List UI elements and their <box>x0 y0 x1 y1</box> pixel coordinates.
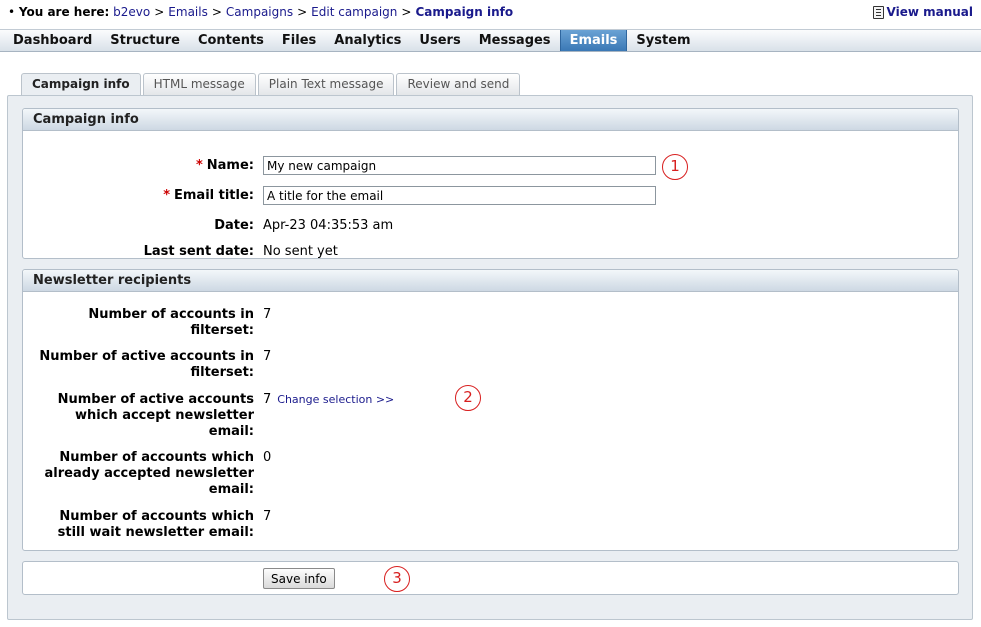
menu-item-structure[interactable]: Structure <box>101 30 189 51</box>
breadcrumb-link-edit-campaign[interactable]: Edit campaign <box>311 5 397 19</box>
tab-html-message[interactable]: HTML message <box>142 73 256 95</box>
callout-marker-2: 2 <box>455 385 481 411</box>
recipients-row-label: Number of active accounts in filterset: <box>23 349 254 381</box>
newsletter-recipients-header: Newsletter recipients <box>23 270 958 292</box>
recipients-row-label: Number of accounts in filterset: <box>23 307 254 339</box>
recipients-row-label: Number of active accounts which accept n… <box>23 392 254 440</box>
save-info-button[interactable]: Save info <box>263 568 335 589</box>
label-line: Number of active accounts <box>57 392 254 407</box>
breadcrumb-link-campaigns[interactable]: Campaigns <box>226 5 293 19</box>
required-mark: * <box>163 188 170 203</box>
recipients-row-value: 7 Change selection >> <box>263 392 394 408</box>
required-mark: * <box>195 158 203 173</box>
name-label: * Name: <box>23 158 254 174</box>
last-sent-label: Last sent date: <box>143 244 254 259</box>
label-line: Number of active accounts in <box>39 349 254 364</box>
view-manual-link[interactable]: View manual <box>872 5 974 19</box>
breadcrumb-bar: • You are here: b2evo > Emails > Campaigns > E… <box>0 0 981 28</box>
label-line: Number of accounts which <box>59 509 254 524</box>
tab-plain-text-message[interactable]: Plain Text message <box>257 73 395 95</box>
bullet: • <box>8 5 19 19</box>
email-title-label-text: Email title: <box>174 188 254 203</box>
breadcrumb-separator: > <box>154 5 165 19</box>
campaign-tabs: Campaign info HTML message Plain Text me… <box>21 73 522 96</box>
recipients-row-value: 0 <box>263 450 272 465</box>
breadcrumb-link-b2evo[interactable]: b2evo <box>113 5 150 19</box>
label-line: filterset: <box>190 323 254 338</box>
tab-review-and-send[interactable]: Review and send <box>396 73 521 95</box>
last-sent-value: No sent yet <box>263 244 338 259</box>
menu-item-system[interactable]: System <box>627 30 699 51</box>
email-title-label: * Email title: <box>23 188 254 204</box>
manual-book-icon <box>872 5 884 19</box>
campaign-info-fieldset: Campaign info *Name: *Email title: Date:… <box>22 108 959 259</box>
label-line: Number of accounts which <box>59 450 254 465</box>
date-label: Date: <box>214 218 254 233</box>
label-line: which accept newsletter <box>74 408 254 423</box>
breadcrumb: • You are here: b2evo > Emails > Campaigns > E… <box>8 5 513 19</box>
callout-marker-1: 1 <box>662 154 688 180</box>
recipients-row-value: 7 <box>263 349 272 364</box>
breadcrumb-separator: > <box>211 5 222 19</box>
date-value: Apr-23 04:35:53 am <box>263 218 394 233</box>
name-input[interactable] <box>263 156 656 175</box>
menu-item-analytics[interactable]: Analytics <box>325 30 410 51</box>
menu-item-messages[interactable]: Messages <box>470 30 560 51</box>
label-line: already accepted newsletter <box>44 466 254 481</box>
breadcrumb-link-emails[interactable]: Emails <box>168 5 208 19</box>
menu-item-files[interactable]: Files <box>273 30 325 51</box>
menu-item-contents[interactable]: Contents <box>189 30 273 51</box>
name-label-text: Name: <box>206 158 254 173</box>
recipients-row-label: Number of accounts which still wait news… <box>23 509 254 541</box>
value-text: 7 <box>263 392 272 407</box>
menu-item-emails[interactable]: Emails <box>559 30 628 51</box>
tab-campaign-info[interactable]: Campaign info <box>21 73 141 96</box>
breadcrumb-current: Campaign info <box>415 5 514 19</box>
view-manual-label: View manual <box>886 5 974 19</box>
label-line: filterset: <box>190 365 254 380</box>
recipients-row-value: 7 <box>263 307 272 322</box>
callout-marker-3: 3 <box>384 566 410 592</box>
campaign-info-header: Campaign info <box>23 109 958 131</box>
label-line: email: <box>208 424 254 439</box>
breadcrumb-separator: > <box>297 5 308 19</box>
email-title-input[interactable] <box>263 186 656 205</box>
label-line: Number of accounts in <box>88 307 254 322</box>
recipients-row-label: Number of accounts which already accepte… <box>23 450 254 498</box>
main-menu: Dashboard Structure Contents Files Analy… <box>0 29 981 52</box>
menu-item-users[interactable]: Users <box>410 30 469 51</box>
recipients-row-value: 7 <box>263 509 272 524</box>
label-line: still wait newsletter email: <box>57 525 254 540</box>
menu-item-dashboard[interactable]: Dashboard <box>4 30 101 51</box>
campaign-form-panel: Campaign info *Name: *Email title: Date:… <box>7 95 973 620</box>
change-selection-link[interactable]: Change selection >> <box>277 393 394 406</box>
form-actions: Save info <box>22 561 959 595</box>
breadcrumb-separator: > <box>401 5 412 19</box>
newsletter-recipients-fieldset: Newsletter recipients Number of accounts… <box>22 269 959 551</box>
breadcrumb-prefix: You are here: <box>18 5 110 19</box>
label-line: email: <box>208 482 254 497</box>
